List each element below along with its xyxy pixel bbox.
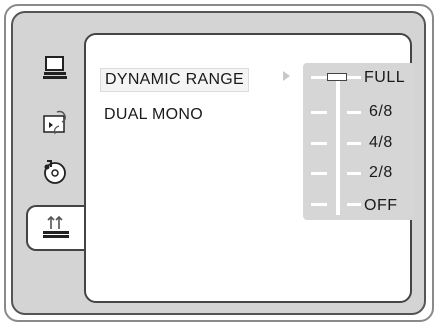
- slider-thumb[interactable]: [327, 73, 347, 81]
- tab-language[interactable]: [26, 106, 84, 142]
- slider-tick: [347, 142, 361, 145]
- slider-tick: [347, 76, 361, 79]
- chevron-right-icon: [283, 71, 290, 81]
- level-full[interactable]: FULL: [364, 68, 405, 88]
- level-4-8[interactable]: 4/8: [369, 133, 393, 153]
- slider-tick: [311, 203, 327, 206]
- slider-tick: [347, 203, 361, 206]
- menu-item-label: DUAL MONO: [104, 106, 204, 123]
- disc-icon: [41, 157, 69, 190]
- slider-tick: [311, 111, 327, 114]
- level-off[interactable]: OFF: [364, 196, 398, 216]
- level-2-8[interactable]: 2/8: [369, 163, 393, 183]
- slider-track: [336, 75, 340, 215]
- menu-item-label: DYNAMIC RANGE: [105, 71, 245, 88]
- tab-speaker[interactable]: [26, 205, 84, 251]
- slider-tick: [311, 172, 327, 175]
- speech-icon: [41, 108, 69, 141]
- slider-tick: [311, 76, 327, 79]
- slider-tick: [347, 172, 361, 175]
- menu-item-dynamic-range[interactable]: DYNAMIC RANGE: [100, 68, 250, 92]
- slider-tick: [311, 142, 327, 145]
- tab-general[interactable]: [26, 52, 84, 88]
- monitor-icon: [42, 55, 68, 86]
- tab-audio-disc[interactable]: [26, 155, 84, 191]
- speaker-icon: [41, 213, 71, 244]
- level-6-8[interactable]: 6/8: [369, 102, 393, 122]
- menu-item-dual-mono[interactable]: DUAL MONO: [100, 104, 207, 126]
- slider-tick: [347, 111, 361, 114]
